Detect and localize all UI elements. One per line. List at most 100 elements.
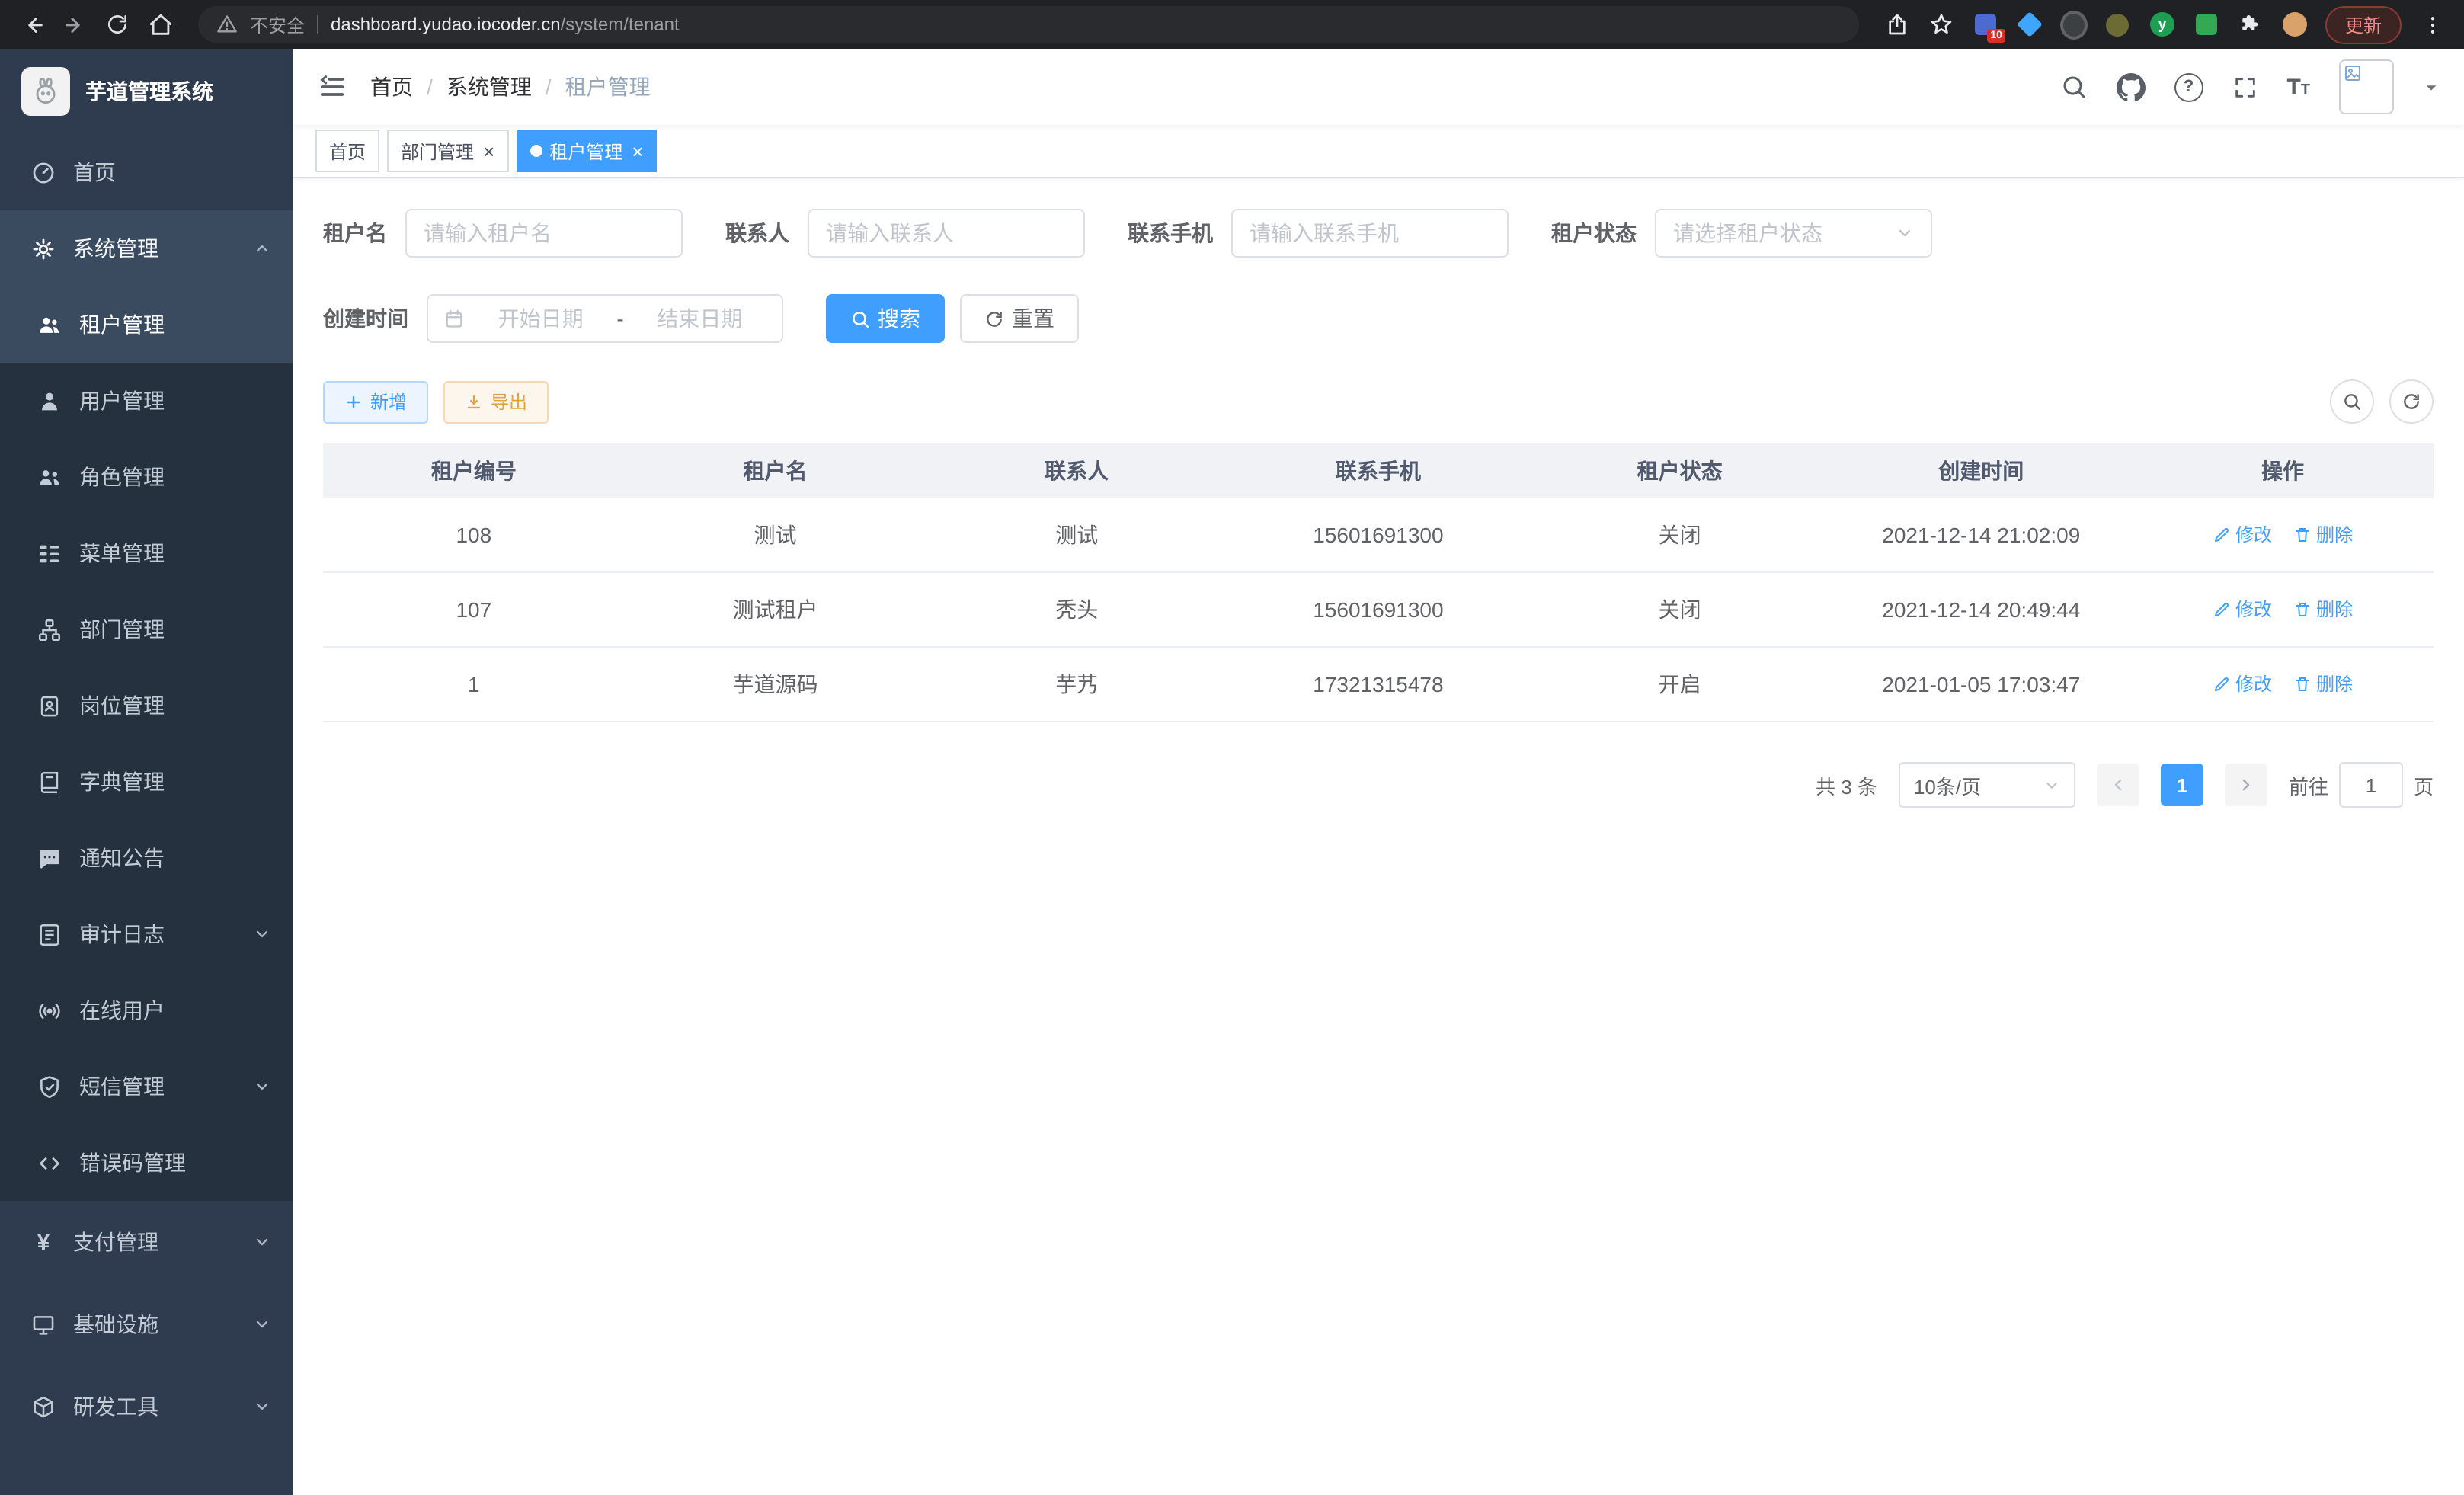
sidebar-item-menu[interactable]: 菜单管理 bbox=[0, 515, 293, 591]
profile-button[interactable] bbox=[2281, 11, 2309, 38]
page-size-select[interactable]: 10条/页 bbox=[1899, 762, 2075, 808]
forward-icon bbox=[62, 11, 88, 37]
export-button[interactable]: 导出 bbox=[443, 380, 549, 423]
column-header: 租户编号 bbox=[323, 443, 625, 498]
search-button[interactable]: 搜索 bbox=[826, 294, 945, 343]
contact-input[interactable] bbox=[808, 209, 1085, 258]
sidebar-item-dev-tools[interactable]: 研发工具 bbox=[0, 1365, 293, 1448]
extension-blue-button[interactable] bbox=[2016, 11, 2043, 38]
app-logo-row[interactable]: 芋道管理系统 bbox=[0, 49, 293, 134]
close-icon[interactable]: × bbox=[483, 141, 494, 161]
share-button[interactable] bbox=[1883, 11, 1911, 38]
prev-page-button[interactable] bbox=[2097, 764, 2139, 806]
extension-icon bbox=[2196, 14, 2217, 35]
sidebar-item-infrastructure[interactable]: 基础设施 bbox=[0, 1283, 293, 1365]
bookmark-button[interactable] bbox=[1928, 11, 1955, 38]
add-button[interactable]: 新增 bbox=[323, 380, 428, 423]
extension-olive-button[interactable] bbox=[2104, 11, 2132, 38]
chevron-down-icon bbox=[253, 1397, 271, 1416]
row-edit-button[interactable]: 修改 bbox=[2213, 522, 2272, 548]
address-bar[interactable]: 不安全 dashboard.yudao.iocoder.cn/system/te… bbox=[198, 6, 1859, 43]
browser-reload-button[interactable] bbox=[98, 5, 137, 44]
page-number-current[interactable]: 1 bbox=[2161, 764, 2203, 806]
system-submenu: 租户管理 用户管理 角色管理 菜单管理 部门管理 bbox=[0, 287, 293, 1201]
sidebar-item-payment[interactable]: ¥ 支付管理 bbox=[0, 1201, 293, 1283]
sidebar-item-notice[interactable]: 通知公告 bbox=[0, 820, 293, 896]
roles-icon bbox=[37, 464, 62, 490]
cell-tenant-name: 测试 bbox=[625, 498, 926, 572]
refresh-table-button[interactable] bbox=[2389, 379, 2434, 424]
extension-icon: y bbox=[2150, 12, 2174, 37]
cell-actions: 修改删除 bbox=[2132, 498, 2434, 572]
toggle-search-button[interactable] bbox=[2330, 379, 2374, 424]
sidebar-item-audit-log[interactable]: 审计日志 bbox=[0, 896, 293, 972]
reset-button[interactable]: 重置 bbox=[960, 294, 1079, 343]
row-delete-button[interactable]: 删除 bbox=[2293, 597, 2353, 623]
sidebar-item-dept[interactable]: 部门管理 bbox=[0, 591, 293, 667]
phone-input[interactable] bbox=[1231, 209, 1509, 258]
cell-status: 开启 bbox=[1529, 647, 1831, 722]
browser-update-button[interactable]: 更新 bbox=[2325, 5, 2402, 43]
sidebar-toggle-button[interactable] bbox=[317, 72, 347, 102]
github-link[interactable] bbox=[2116, 72, 2145, 101]
pagination-total: 共 3 条 bbox=[1816, 770, 1877, 799]
sidebar-item-tenant[interactable]: 租户管理 bbox=[0, 287, 293, 363]
sidebar-item-system[interactable]: 系统管理 bbox=[0, 210, 293, 287]
sidebar-item-error-code[interactable]: 错误码管理 bbox=[0, 1125, 293, 1201]
column-header: 操作 bbox=[2132, 443, 2434, 498]
table-header-row: 租户编号 租户名 联系人 联系手机 租户状态 创建时间 操作 bbox=[323, 443, 2434, 498]
tab-tenant[interactable]: 租户管理 × bbox=[516, 130, 657, 172]
close-icon[interactable]: × bbox=[632, 141, 643, 161]
tab-label: 部门管理 bbox=[401, 138, 474, 164]
back-icon bbox=[19, 11, 45, 37]
help-button[interactable]: ? bbox=[2174, 72, 2203, 101]
row-delete-button[interactable]: 删除 bbox=[2293, 671, 2353, 697]
extension-dark-button[interactable] bbox=[2060, 11, 2088, 38]
date-range-separator: - bbox=[616, 306, 623, 331]
sidebar-item-label: 短信管理 bbox=[79, 1071, 236, 1102]
cell-contact: 芋艿 bbox=[926, 647, 1227, 722]
user-avatar[interactable] bbox=[2339, 59, 2394, 114]
sidebar-item-user[interactable]: 用户管理 bbox=[0, 363, 293, 439]
browser-back-button[interactable] bbox=[12, 5, 52, 44]
sidebar-item-label: 首页 bbox=[73, 157, 116, 187]
extension-green-square-button[interactable] bbox=[2193, 11, 2220, 38]
extensions-menu-button[interactable] bbox=[2237, 11, 2264, 38]
row-delete-button[interactable]: 删除 bbox=[2293, 522, 2353, 548]
sidebar-item-post[interactable]: 岗位管理 bbox=[0, 667, 293, 744]
home-icon bbox=[147, 11, 173, 37]
sidebar-item-label: 用户管理 bbox=[79, 386, 165, 416]
tenant-name-input[interactable] bbox=[405, 209, 683, 258]
page-content: 租户名 联系人 联系手机 租户状态 请选择租户状态 bbox=[293, 178, 2464, 1495]
filter-row-1: 租户名 联系人 联系手机 租户状态 请选择租户状态 bbox=[323, 209, 2434, 258]
message-icon bbox=[37, 845, 62, 871]
tab-dept[interactable]: 部门管理 × bbox=[387, 130, 508, 172]
browser-menu-button[interactable] bbox=[2418, 11, 2446, 38]
sidebar-item-home[interactable]: 首页 bbox=[0, 134, 293, 210]
extension-green-circle-button[interactable]: y bbox=[2149, 11, 2176, 38]
sidebar-item-label: 错误码管理 bbox=[79, 1148, 186, 1178]
table-row: 108 测试 测试 15601691300 关闭 2021-12-14 21:0… bbox=[323, 498, 2434, 572]
next-page-button[interactable] bbox=[2225, 764, 2267, 806]
browser-home-button[interactable] bbox=[140, 5, 180, 44]
breadcrumb-item[interactable]: 首页 bbox=[370, 72, 413, 102]
sidebar-item-sms[interactable]: 短信管理 bbox=[0, 1048, 293, 1125]
row-edit-button[interactable]: 修改 bbox=[2213, 671, 2272, 697]
fullscreen-button[interactable] bbox=[2232, 74, 2258, 100]
sidebar-item-role[interactable]: 角色管理 bbox=[0, 439, 293, 515]
row-edit-button[interactable]: 修改 bbox=[2213, 597, 2272, 623]
book-icon bbox=[37, 769, 62, 795]
avatar-caret-button[interactable] bbox=[2423, 78, 2440, 95]
sidebar-item-dict[interactable]: 字典管理 bbox=[0, 744, 293, 820]
sidebar-item-online-user[interactable]: 在线用户 bbox=[0, 972, 293, 1048]
status-select[interactable]: 请选择租户状态 bbox=[1655, 209, 1932, 258]
chevron-down-icon bbox=[253, 925, 271, 943]
extension-badge-button[interactable]: 10 bbox=[1972, 11, 1999, 38]
date-range-picker[interactable]: 开始日期 - 结束日期 bbox=[427, 294, 783, 343]
header-search-button[interactable] bbox=[2059, 73, 2087, 101]
browser-forward-button[interactable] bbox=[55, 5, 94, 44]
tab-home[interactable]: 首页 bbox=[315, 130, 379, 172]
font-size-button[interactable]: TT bbox=[2286, 75, 2310, 98]
breadcrumb-item[interactable]: 系统管理 bbox=[446, 72, 532, 102]
jump-page-input[interactable] bbox=[2339, 762, 2403, 808]
